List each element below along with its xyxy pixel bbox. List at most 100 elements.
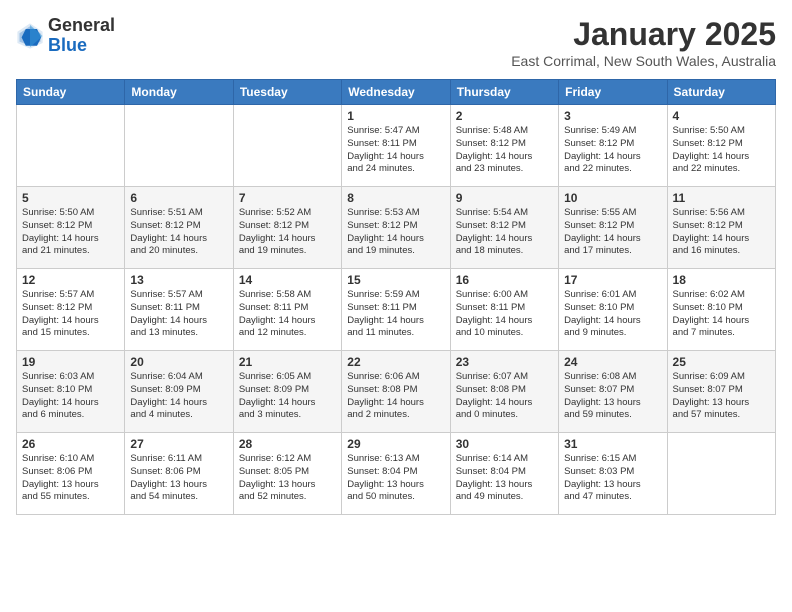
calendar-week-row: 19 Sunrise: 6:03 AM Sunset: 8:10 PM Dayli… — [17, 351, 776, 433]
calendar-cell: 21 Sunrise: 6:05 AM Sunset: 8:09 PM Dayli… — [233, 351, 341, 433]
calendar-cell: 26Sunrise: 6:10 AM Sunset: 8:06 PM Dayli… — [17, 433, 125, 515]
day-detail: Sunrise: 6:00 AM Sunset: 8:11 PM Dayligh… — [456, 289, 553, 340]
calendar-cell: 25 Sunrise: 6:09 AM Sunset: 8:07 PM Dayli… — [667, 351, 775, 433]
day-number: 4 — [673, 109, 770, 123]
day-number: 26 — [22, 437, 119, 451]
day-number: 12 — [22, 273, 119, 287]
calendar-cell: 12 Sunrise: 5:57 AM Sunset: 8:12 PM Dayli… — [17, 269, 125, 351]
day-number: 28 — [239, 437, 336, 451]
calendar-cell: 2Sunrise: 5:48 AM Sunset: 8:12 PM Daylig… — [450, 105, 558, 187]
day-number: 31 — [564, 437, 661, 451]
day-number: 23 — [456, 355, 553, 369]
calendar-cell: 4 Sunrise: 5:50 AM Sunset: 8:12 PM Daylig… — [667, 105, 775, 187]
logo-general: General — [48, 15, 115, 35]
location: East Corrimal, New South Wales, Australi… — [511, 53, 776, 69]
calendar-cell: 16 Sunrise: 6:00 AM Sunset: 8:11 PM Dayli… — [450, 269, 558, 351]
day-detail: Sunrise: 5:50 AM Sunset: 8:12 PM Dayligh… — [673, 125, 770, 176]
weekday-header: Sunday — [17, 80, 125, 105]
page-header: General Blue January 2025 East Corrimal,… — [16, 16, 776, 69]
calendar-cell: 11 Sunrise: 5:56 AM Sunset: 8:12 PM Dayli… — [667, 187, 775, 269]
day-number: 21 — [239, 355, 336, 369]
day-number: 15 — [347, 273, 444, 287]
calendar-week-row: 26Sunrise: 6:10 AM Sunset: 8:06 PM Dayli… — [17, 433, 776, 515]
weekday-row: SundayMondayTuesdayWednesdayThursdayFrid… — [17, 80, 776, 105]
calendar-cell: 8 Sunrise: 5:53 AM Sunset: 8:12 PM Daylig… — [342, 187, 450, 269]
day-detail: Sunrise: 5:57 AM Sunset: 8:11 PM Dayligh… — [130, 289, 227, 340]
day-number: 29 — [347, 437, 444, 451]
day-detail: Sunrise: 6:11 AM Sunset: 8:06 PM Dayligh… — [130, 453, 227, 504]
day-detail: Sunrise: 5:54 AM Sunset: 8:12 PM Dayligh… — [456, 207, 553, 258]
calendar-cell: 19 Sunrise: 6:03 AM Sunset: 8:10 PM Dayli… — [17, 351, 125, 433]
day-detail: Sunrise: 5:58 AM Sunset: 8:11 PM Dayligh… — [239, 289, 336, 340]
day-detail: Sunrise: 5:52 AM Sunset: 8:12 PM Dayligh… — [239, 207, 336, 258]
title-block: January 2025 East Corrimal, New South Wa… — [511, 16, 776, 69]
calendar-cell — [125, 105, 233, 187]
month-title: January 2025 — [511, 16, 776, 53]
day-detail: Sunrise: 5:59 AM Sunset: 8:11 PM Dayligh… — [347, 289, 444, 340]
day-detail: Sunrise: 5:56 AM Sunset: 8:12 PM Dayligh… — [673, 207, 770, 258]
day-detail: Sunrise: 6:12 AM Sunset: 8:05 PM Dayligh… — [239, 453, 336, 504]
day-number: 27 — [130, 437, 227, 451]
day-number: 5 — [22, 191, 119, 205]
day-detail: Sunrise: 6:01 AM Sunset: 8:10 PM Dayligh… — [564, 289, 661, 340]
calendar-cell: 5Sunrise: 5:50 AM Sunset: 8:12 PM Daylig… — [17, 187, 125, 269]
logo: General Blue — [16, 16, 115, 56]
day-detail: Sunrise: 5:55 AM Sunset: 8:12 PM Dayligh… — [564, 207, 661, 258]
day-detail: Sunrise: 5:47 AM Sunset: 8:11 PM Dayligh… — [347, 125, 444, 176]
day-detail: Sunrise: 6:05 AM Sunset: 8:09 PM Dayligh… — [239, 371, 336, 422]
day-detail: Sunrise: 5:53 AM Sunset: 8:12 PM Dayligh… — [347, 207, 444, 258]
day-number: 8 — [347, 191, 444, 205]
day-number: 7 — [239, 191, 336, 205]
weekday-header: Thursday — [450, 80, 558, 105]
calendar-cell: 17 Sunrise: 6:01 AM Sunset: 8:10 PM Dayli… — [559, 269, 667, 351]
weekday-header: Tuesday — [233, 80, 341, 105]
day-number: 20 — [130, 355, 227, 369]
day-number: 25 — [673, 355, 770, 369]
day-number: 16 — [456, 273, 553, 287]
calendar-cell — [667, 433, 775, 515]
calendar: SundayMondayTuesdayWednesdayThursdayFrid… — [16, 79, 776, 515]
weekday-header: Monday — [125, 80, 233, 105]
day-number: 13 — [130, 273, 227, 287]
calendar-week-row: 5Sunrise: 5:50 AM Sunset: 8:12 PM Daylig… — [17, 187, 776, 269]
day-number: 2 — [456, 109, 553, 123]
day-number: 3 — [564, 109, 661, 123]
day-detail: Sunrise: 5:49 AM Sunset: 8:12 PM Dayligh… — [564, 125, 661, 176]
day-detail: Sunrise: 5:57 AM Sunset: 8:12 PM Dayligh… — [22, 289, 119, 340]
calendar-cell — [233, 105, 341, 187]
day-detail: Sunrise: 6:02 AM Sunset: 8:10 PM Dayligh… — [673, 289, 770, 340]
calendar-cell — [17, 105, 125, 187]
day-detail: Sunrise: 6:09 AM Sunset: 8:07 PM Dayligh… — [673, 371, 770, 422]
calendar-cell: 31Sunrise: 6:15 AM Sunset: 8:03 PM Dayli… — [559, 433, 667, 515]
day-number: 11 — [673, 191, 770, 205]
calendar-cell: 30Sunrise: 6:14 AM Sunset: 8:04 PM Dayli… — [450, 433, 558, 515]
calendar-cell: 23Sunrise: 6:07 AM Sunset: 8:08 PM Dayli… — [450, 351, 558, 433]
calendar-cell: 9 Sunrise: 5:54 AM Sunset: 8:12 PM Daylig… — [450, 187, 558, 269]
calendar-cell: 29 Sunrise: 6:13 AM Sunset: 8:04 PM Dayli… — [342, 433, 450, 515]
day-number: 14 — [239, 273, 336, 287]
calendar-cell: 20 Sunrise: 6:04 AM Sunset: 8:09 PM Dayli… — [125, 351, 233, 433]
calendar-header: SundayMondayTuesdayWednesdayThursdayFrid… — [17, 80, 776, 105]
logo-icon — [16, 22, 44, 50]
day-number: 18 — [673, 273, 770, 287]
calendar-cell: 15 Sunrise: 5:59 AM Sunset: 8:11 PM Dayli… — [342, 269, 450, 351]
calendar-cell: 18 Sunrise: 6:02 AM Sunset: 8:10 PM Dayli… — [667, 269, 775, 351]
calendar-cell: 3 Sunrise: 5:49 AM Sunset: 8:12 PM Daylig… — [559, 105, 667, 187]
day-detail: Sunrise: 6:14 AM Sunset: 8:04 PM Dayligh… — [456, 453, 553, 504]
calendar-cell: 6Sunrise: 5:51 AM Sunset: 8:12 PM Daylig… — [125, 187, 233, 269]
day-number: 9 — [456, 191, 553, 205]
weekday-header: Wednesday — [342, 80, 450, 105]
calendar-body: 1Sunrise: 5:47 AM Sunset: 8:11 PM Daylig… — [17, 105, 776, 515]
day-detail: Sunrise: 6:03 AM Sunset: 8:10 PM Dayligh… — [22, 371, 119, 422]
calendar-cell: 7 Sunrise: 5:52 AM Sunset: 8:12 PM Daylig… — [233, 187, 341, 269]
logo-blue: Blue — [48, 35, 87, 55]
day-detail: Sunrise: 6:06 AM Sunset: 8:08 PM Dayligh… — [347, 371, 444, 422]
calendar-cell: 27 Sunrise: 6:11 AM Sunset: 8:06 PM Dayli… — [125, 433, 233, 515]
day-number: 17 — [564, 273, 661, 287]
day-detail: Sunrise: 6:08 AM Sunset: 8:07 PM Dayligh… — [564, 371, 661, 422]
day-number: 19 — [22, 355, 119, 369]
calendar-week-row: 12 Sunrise: 5:57 AM Sunset: 8:12 PM Dayli… — [17, 269, 776, 351]
calendar-cell: 14 Sunrise: 5:58 AM Sunset: 8:11 PM Dayli… — [233, 269, 341, 351]
day-detail: Sunrise: 6:04 AM Sunset: 8:09 PM Dayligh… — [130, 371, 227, 422]
day-detail: Sunrise: 6:13 AM Sunset: 8:04 PM Dayligh… — [347, 453, 444, 504]
